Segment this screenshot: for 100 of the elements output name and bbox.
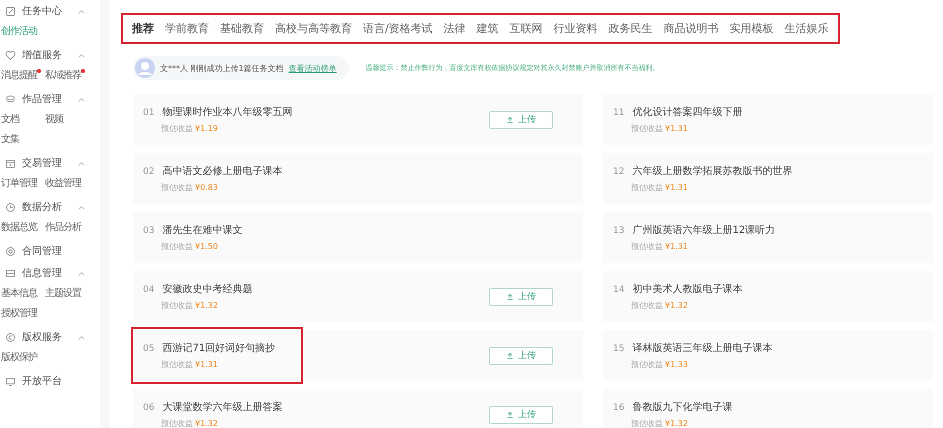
sidebar-section[interactable]: 增值服务	[22, 48, 62, 62]
category-tab[interactable]: 基础教育	[220, 21, 264, 42]
earnings-amount: ¥1.32	[195, 301, 218, 310]
earnings-amount: ¥1.31	[665, 124, 688, 133]
heart-icon	[5, 50, 16, 60]
earnings-amount: ¥1.19	[195, 124, 218, 133]
upload-button[interactable]: 上传	[489, 406, 553, 424]
task-number: 15	[613, 344, 624, 354]
category-tab[interactable]: 生活娱乐	[784, 21, 829, 42]
category-tab[interactable]: 互联网	[510, 21, 543, 42]
earnings-amount: ¥1.31	[665, 242, 688, 251]
earnings-label: 预估收益	[161, 300, 193, 311]
earnings-label: 预估收益	[631, 359, 663, 370]
sidebar-item[interactable]: 主题设置	[45, 286, 81, 300]
sidebar-item[interactable]: 视频	[45, 112, 63, 126]
category-tab[interactable]: 政务民生	[608, 21, 653, 42]
sidebar-item[interactable]: 收益管理	[45, 176, 81, 190]
earnings-label: 预估收益	[161, 123, 193, 134]
category-tab[interactable]: 高校与高等教育	[275, 21, 352, 42]
category-tab[interactable]: 语言/资格考试	[363, 21, 433, 42]
earnings-amount: ¥1.33	[665, 360, 688, 369]
sidebar-item[interactable]: 授权管理	[1, 306, 37, 320]
task-title: 六年级上册数学拓展苏教版书的世界	[632, 164, 792, 178]
task-number: 06	[143, 403, 154, 413]
task-number: 14	[613, 285, 624, 295]
category-tab[interactable]: 学前教育	[165, 21, 209, 42]
circle-icon	[5, 246, 16, 256]
task-title: 西游记71回好词好句摘抄	[162, 342, 276, 355]
task-title: 高中语文必修上册电子课本	[162, 164, 282, 178]
box-icon	[5, 158, 16, 168]
sidebar-item[interactable]: 版权保护	[1, 350, 37, 364]
sidebar-item[interactable]: 基本信息	[1, 286, 37, 300]
earnings-label: 预估收益	[161, 182, 193, 193]
task-title: 译林版英语三年级上册电子课本	[632, 342, 772, 355]
category-tab[interactable]: 商品说明书	[664, 21, 719, 42]
card-icon	[5, 268, 16, 278]
sidebar-section[interactable]: 版权服务	[22, 330, 62, 344]
earnings-amount: ¥1.31	[665, 183, 688, 192]
earnings-label: 预估收益	[631, 123, 663, 134]
sidebar-section[interactable]: 信息管理	[22, 266, 62, 280]
upload-icon	[506, 410, 514, 418]
sidebar-item[interactable]: 文档	[1, 112, 19, 126]
earnings-amount: ¥1.31	[195, 360, 218, 369]
task-title: 鲁教版九下化学电子课	[632, 400, 732, 414]
earnings-amount: ¥1.32	[665, 301, 688, 310]
activity-message: 文***人 刚刚成功上传1篇任务文档	[160, 62, 284, 74]
sidebar-item[interactable]: 订单管理	[1, 176, 37, 190]
upload-icon	[506, 352, 514, 360]
monitor-icon	[5, 376, 16, 386]
task-number: 02	[143, 167, 154, 177]
sidebar-item[interactable]: 文集	[1, 132, 19, 146]
task-number: 05	[143, 344, 154, 354]
earnings-label: 预估收益	[161, 418, 193, 428]
sidebar-item[interactable]: 创作活动	[1, 24, 37, 38]
upload-icon	[506, 292, 514, 300]
sidebar-section[interactable]: 合同管理	[22, 244, 62, 258]
task-title: 安徽政史中考经典题	[162, 282, 252, 296]
category-tab[interactable]: 建筑	[476, 21, 499, 42]
sidebar-item[interactable]: 数据总览	[1, 220, 37, 234]
earnings-label: 预估收益	[161, 359, 193, 370]
upload-icon	[506, 116, 514, 124]
sidebar-section[interactable]: 任务中心	[22, 4, 62, 18]
task-number: 03	[143, 226, 154, 236]
earnings-amount: ¥1.50	[195, 242, 218, 251]
upload-button[interactable]: 上传	[489, 346, 553, 364]
sidebar-section[interactable]: 交易管理	[22, 156, 62, 170]
task-number: 12	[613, 167, 624, 177]
sidebar-section[interactable]: 数据分析	[22, 200, 62, 214]
edit-icon	[5, 6, 16, 16]
earnings-amount: ¥1.32	[195, 419, 218, 428]
category-tab[interactable]: 法律	[444, 21, 466, 42]
task-number: 04	[143, 285, 154, 295]
earnings-label: 预估收益	[631, 241, 663, 252]
task-number: 01	[143, 108, 154, 118]
earnings-amount: ¥1.32	[665, 419, 688, 428]
stack-icon	[5, 94, 16, 104]
task-title: 初中美术人教版电子课本	[632, 282, 742, 296]
category-tab[interactable]: 行业资料	[554, 21, 598, 42]
sidebar-section[interactable]: 开放平台	[22, 374, 62, 388]
task-title: 广州版英语六年级上册12课听力	[632, 224, 776, 237]
task-title: 物理课时作业本八年级零五网	[162, 106, 292, 119]
clock-icon	[5, 202, 16, 212]
earnings-label: 预估收益	[161, 241, 193, 252]
upload-button[interactable]: 上传	[489, 110, 553, 128]
task-number: 16	[613, 403, 624, 413]
task-number: 13	[613, 226, 624, 236]
task-number: 11	[613, 108, 624, 118]
task-title: 潘先生在难中课文	[162, 224, 242, 237]
category-tab[interactable]: 实用模板	[730, 21, 774, 42]
earnings-label: 预估收益	[631, 418, 663, 428]
task-title: 优化设计答案四年级下册	[632, 106, 742, 119]
task-title: 大课堂数学六年级上册答案	[162, 400, 282, 414]
upload-button[interactable]: 上传	[489, 288, 553, 306]
category-tab[interactable]: 推荐	[132, 21, 154, 44]
sidebar-item[interactable]: 消息提醒	[1, 68, 37, 82]
earnings-label: 预估收益	[631, 300, 663, 311]
sidebar-item[interactable]: 私域推荐	[45, 68, 81, 82]
sidebar-item[interactable]: 作品分析	[45, 220, 81, 234]
earnings-label: 预估收益	[631, 182, 663, 193]
sidebar-section[interactable]: 作品管理	[22, 92, 62, 106]
